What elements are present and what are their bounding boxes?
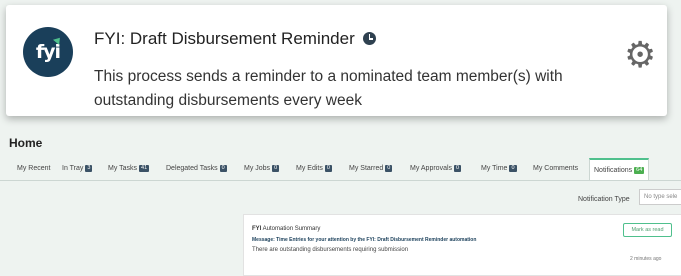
tab-label: In Tray: [62, 165, 84, 172]
tab-label: Delegated Tasks: [166, 165, 218, 172]
tab-my-comments[interactable]: My Comments: [533, 165, 578, 172]
gear-icon[interactable]: ⚙: [624, 37, 656, 73]
tab-label: My Time: [481, 165, 508, 172]
tab-label: My Tasks: [108, 165, 138, 172]
process-title: FYI: Draft Disbursement Reminder: [94, 29, 355, 48]
message-label: Message:: [252, 237, 275, 243]
tab-in-tray[interactable]: In Tray 3: [62, 165, 93, 172]
count-badge: 0: [272, 165, 280, 172]
tab-notifications[interactable]: Notifications 64: [589, 158, 650, 180]
tab-label: My Comments: [533, 165, 579, 172]
clock-icon: [362, 32, 376, 45]
tab-label: My Approvals: [410, 165, 453, 172]
notification-type-label: Notification Type: [578, 196, 630, 203]
tab-delegated-tasks[interactable]: Delegated Tasks 0: [166, 165, 227, 172]
notification-source: FYI: [252, 226, 262, 232]
process-description: This process sends a reminder to a nomin…: [94, 68, 563, 109]
tab-label: My Starred: [349, 165, 384, 172]
notification-message: Message: Time Entries for your attention…: [252, 237, 476, 243]
mark-as-read-button[interactable]: Mark as read: [623, 223, 672, 237]
fyi-logo: fyi: [23, 27, 73, 77]
tab-label: My Jobs: [244, 165, 271, 172]
process-title-row: FYI: Draft Disbursement Reminder: [94, 29, 376, 49]
count-badge: 64: [634, 166, 645, 174]
count-badge: 0: [454, 165, 462, 172]
notification-title: FYI Automation Summary: [252, 226, 320, 232]
tab-my-tasks[interactable]: My Tasks 41: [108, 165, 150, 172]
notification-timestamp: 2 minutes ago: [630, 256, 662, 262]
tab-label: My Recent: [17, 165, 51, 172]
count-badge: 41: [139, 165, 150, 172]
app-area: Home My Recent In Tray 3 My Tasks 41 Deleg…: [0, 134, 681, 276]
logo-text: fyi: [35, 41, 61, 63]
tab-label: My Edits: [296, 165, 323, 172]
count-badge: 0: [509, 165, 517, 172]
count-badge: 0: [385, 165, 393, 172]
tab-bar: My Recent In Tray 3 My Tasks 41 Delegated …: [0, 158, 681, 181]
tab-my-starred[interactable]: My Starred 0: [349, 165, 393, 172]
count-badge: 3: [85, 165, 93, 172]
count-badge: 0: [219, 165, 227, 172]
notification-item: FYI Automation Summary Message: Time Ent…: [243, 214, 681, 276]
tab-my-approvals[interactable]: My Approvals 0: [410, 165, 462, 172]
tab-my-jobs[interactable]: My Jobs 0: [244, 165, 280, 172]
message-text: Time Entries for your attention by the F…: [274, 237, 477, 243]
page-title: Home: [9, 136, 43, 150]
notification-body: There are outstanding disbursements requ…: [252, 247, 409, 253]
tab-my-time[interactable]: My Time 0: [481, 165, 517, 172]
count-badge: 0: [324, 165, 332, 172]
notification-title-text: Automation Summary: [261, 226, 321, 232]
notification-type-select[interactable]: No type sele: [639, 189, 681, 205]
tab-my-edits[interactable]: My Edits 0: [296, 165, 332, 172]
process-card: fyi FYI: Draft Disbursement Reminder Thi…: [6, 5, 667, 116]
tab-my-recent[interactable]: My Recent: [17, 165, 50, 172]
tab-label: Notifications: [594, 166, 633, 174]
